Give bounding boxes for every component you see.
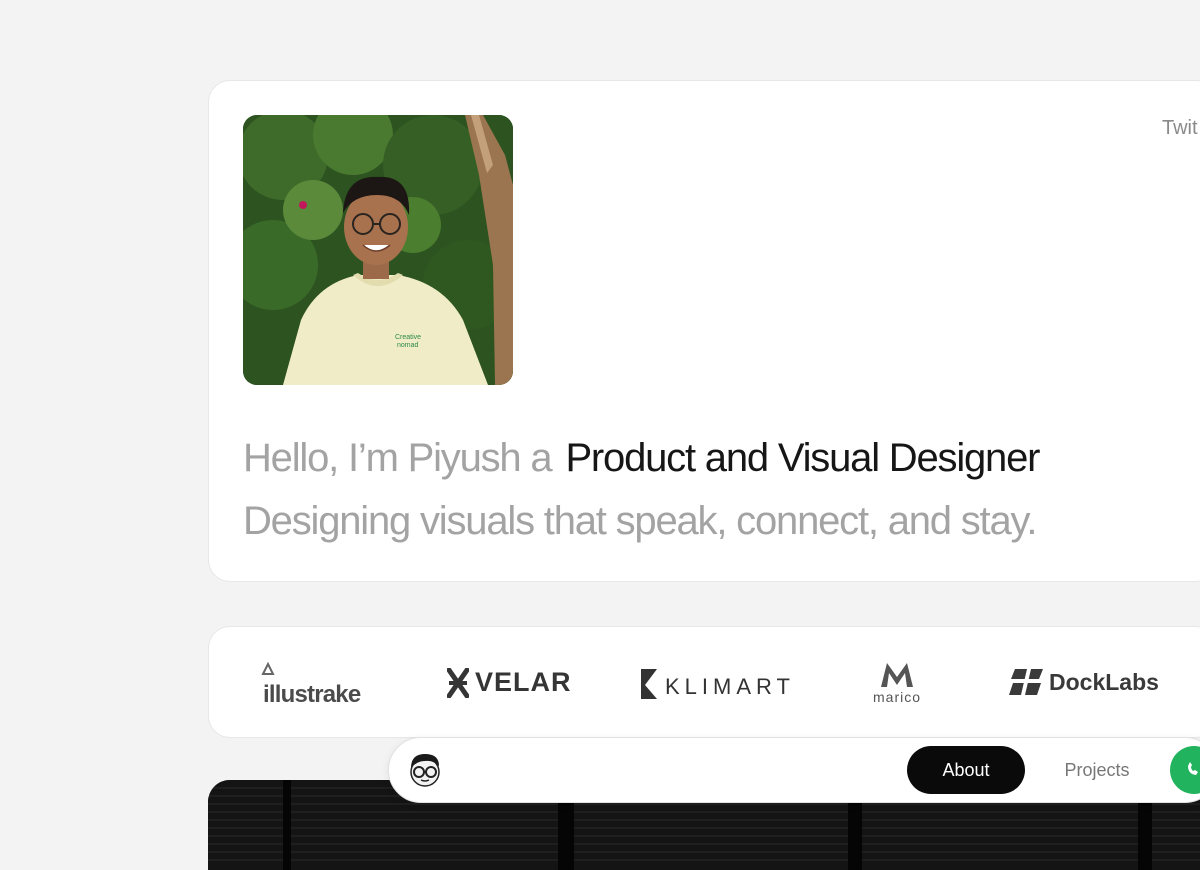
klimart-logo-icon [641, 669, 657, 699]
docklabs-logo: DockLabs [1009, 667, 1159, 697]
profile-photo: Creative nomad [243, 115, 513, 385]
bottom-nav-bar: About Projects [388, 737, 1200, 803]
client-logos-card: illustrake VELAR KLIMART marico DockLabs [208, 626, 1200, 738]
headline: Hello, I’m Piyush a Product and Visual De… [243, 433, 1040, 483]
illustrake-logo: illustrake [261, 661, 361, 709]
marico-logo: marico [873, 659, 921, 705]
contact-button[interactable] [1170, 746, 1200, 794]
svg-text:nomad: nomad [397, 342, 419, 349]
role-text: Product and Visual Designer [565, 436, 1040, 480]
nav-projects-button[interactable]: Projects [1041, 746, 1153, 794]
tagline: Designing visuals that speak, connect, a… [243, 499, 1037, 543]
whatsapp-icon [1188, 762, 1198, 775]
greeting-text: Hello, I’m Piyush a [243, 436, 553, 480]
svg-text:Creative: Creative [395, 334, 421, 341]
twitter-link[interactable]: Twit [1162, 117, 1198, 140]
marico-logo-icon [881, 663, 913, 687]
avatar-illustration-icon [410, 754, 440, 787]
docklabs-logo-icon [1009, 669, 1043, 695]
velar-logo-icon [447, 667, 469, 698]
hero-card: Creative nomad Twit Hello, I’m Piyush a P… [208, 80, 1200, 582]
klimart-logo: KLIMART [639, 665, 795, 701]
velar-logo: VELAR [447, 667, 572, 698]
nav-about-button[interactable]: About [907, 746, 1025, 794]
avatar[interactable] [403, 748, 447, 792]
